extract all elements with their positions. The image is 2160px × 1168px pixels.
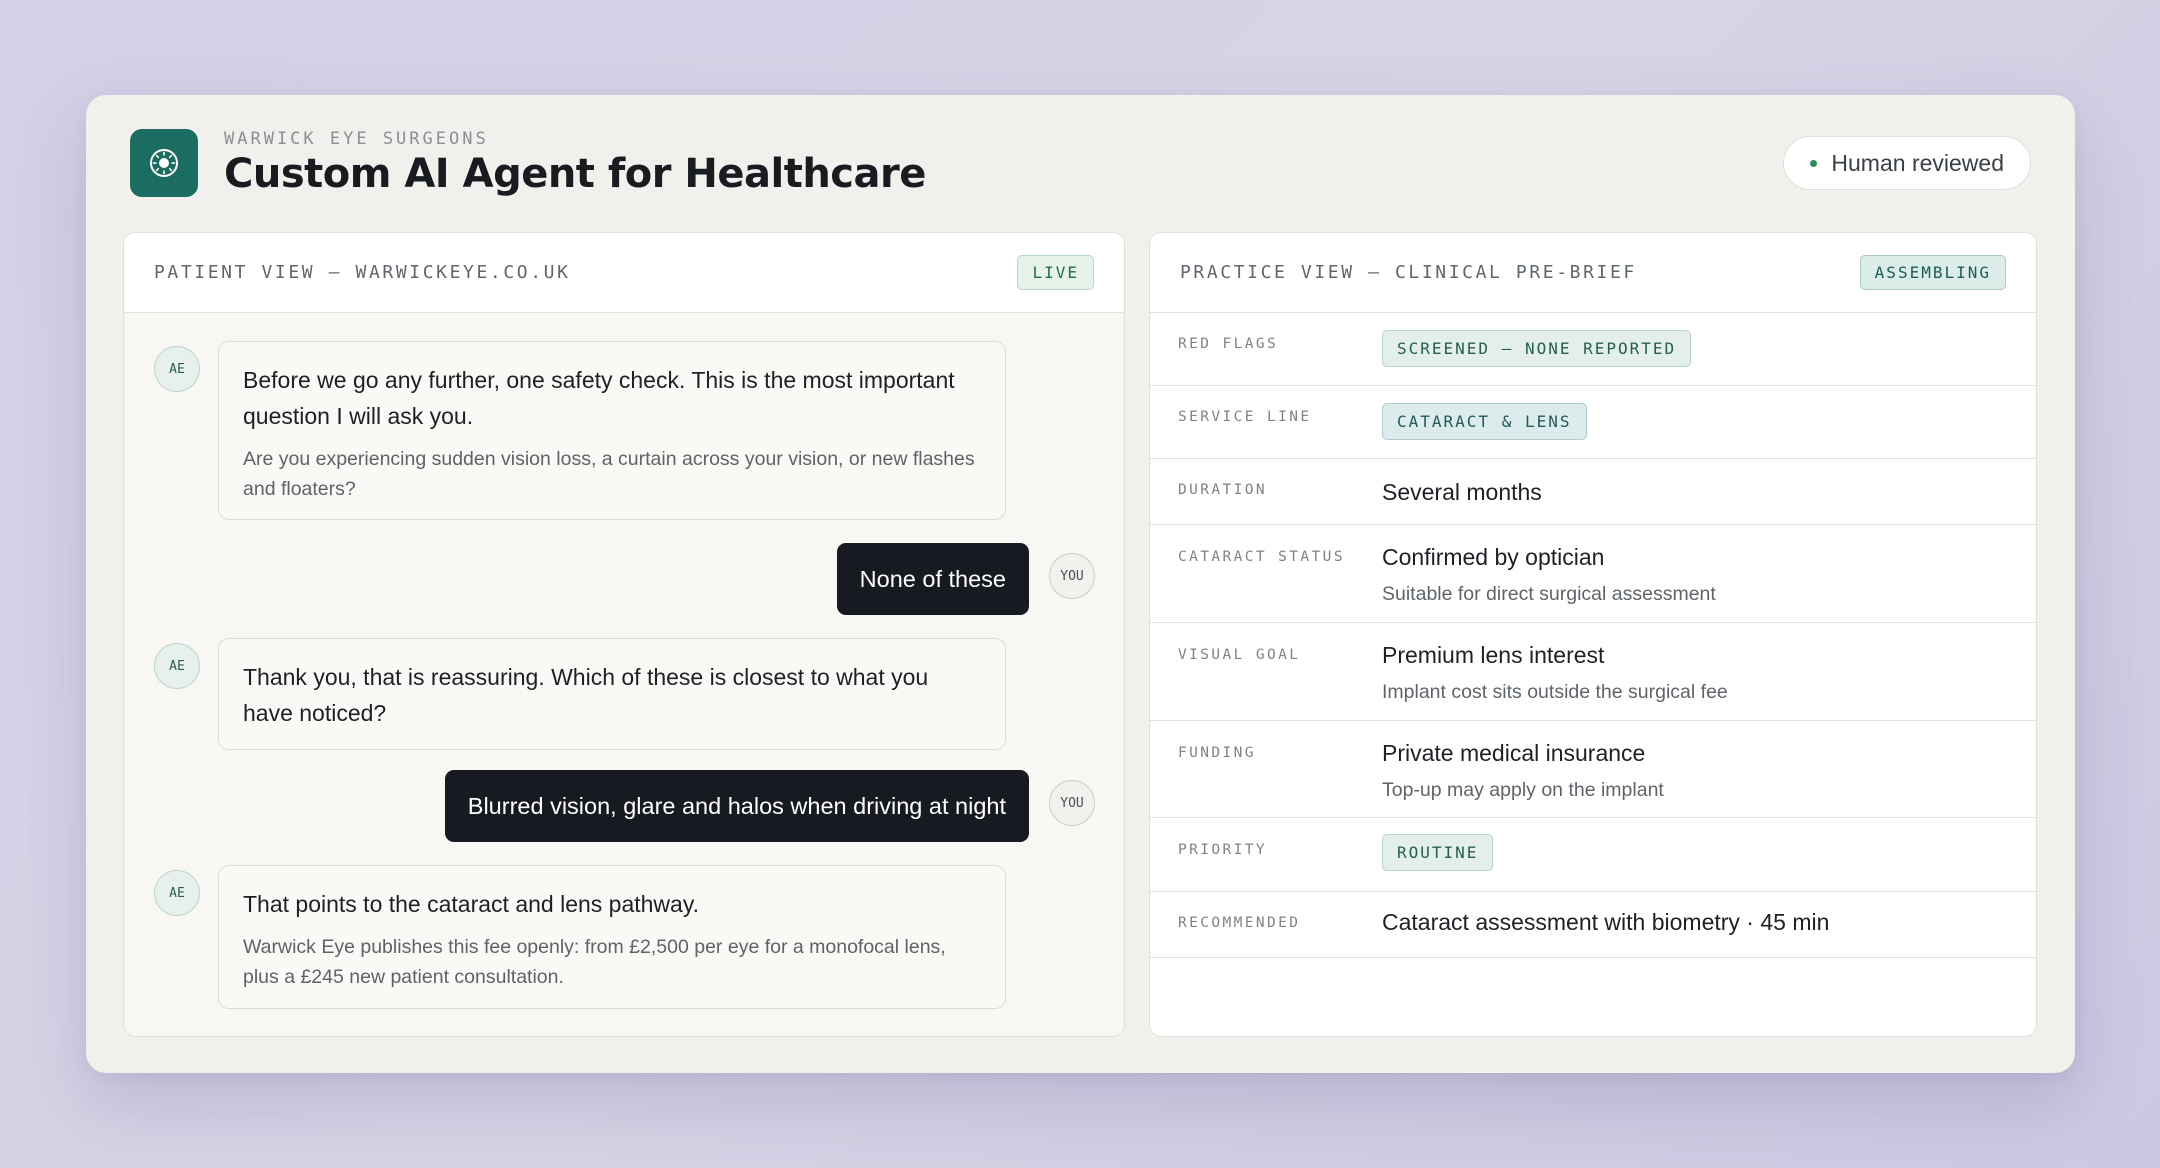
service-line-chip: CATARACT & LENS [1382, 403, 1587, 440]
assistant-message: Before we go any further, one safety che… [218, 341, 1006, 520]
user-message: None of these [836, 543, 1029, 615]
funding-subvalue: Top-up may apply on the implant [1382, 779, 1664, 801]
visual-goal-subvalue: Implant cost sits outside the surgical f… [1382, 681, 1728, 703]
priority-chip: ROUTINE [1382, 834, 1494, 871]
assistant-message-subtext: Are you experiencing sudden vision loss,… [243, 448, 975, 500]
recommended-value: Cataract assessment with biometry · 45 m… [1382, 909, 1830, 935]
user-avatar: YOU [1049, 780, 1095, 826]
practice-view-header: PRACTICE VIEW — CLINICAL PRE-BRIEF ASSEM… [1150, 233, 2036, 313]
practice-name: WARWICK EYE SURGEONS [224, 129, 489, 149]
brief-row-label: DURATION [1178, 482, 1268, 498]
brief-row-priority: PRIORITY ROUTINE [1150, 818, 2036, 892]
brief-row-label: CATARACT STATUS [1178, 549, 1345, 565]
user-avatar: YOU [1049, 553, 1095, 599]
assistant-avatar: AE [154, 870, 200, 916]
brief-row-red-flags: RED FLAGS SCREENED — NONE REPORTED [1150, 313, 2036, 386]
practice-view-title: PRACTICE VIEW — CLINICAL PRE-BRIEF [1180, 262, 1637, 283]
brief-row-label: SERVICE LINE [1178, 409, 1312, 425]
cataract-status-value: Confirmed by optician [1382, 544, 1605, 570]
brief-row-label: RED FLAGS [1178, 336, 1279, 352]
live-badge: LIVE [1017, 255, 1094, 290]
app-card: WARWICK EYE SURGEONS Custom AI Agent for… [86, 95, 2075, 1073]
patient-view-panel: PATIENT VIEW — WARWICKEYE.CO.UK LIVE AE … [123, 232, 1125, 1037]
human-reviewed-label: Human reviewed [1831, 149, 2004, 176]
assistant-avatar: AE [154, 346, 200, 392]
status-dot-icon [1810, 159, 1818, 167]
brief-row-cataract-status: CATARACT STATUS Confirmed by optician Su… [1150, 525, 2036, 623]
brief-row-funding: FUNDING Private medical insurance Top-up… [1150, 721, 2036, 818]
patient-view-title: PATIENT VIEW — WARWICKEYE.CO.UK [154, 262, 571, 283]
patient-view-header: PATIENT VIEW — WARWICKEYE.CO.UK LIVE [124, 233, 1124, 313]
human-reviewed-badge: Human reviewed [1783, 136, 2031, 190]
assistant-message-subtext: Warwick Eye publishes this fee openly: f… [243, 936, 946, 988]
brief-row-label: VISUAL GOAL [1178, 647, 1301, 663]
page-title: Custom AI Agent for Healthcare [224, 151, 926, 197]
visual-goal-value: Premium lens interest [1382, 642, 1605, 668]
assistant-message: Thank you, that is reassuring. Which of … [218, 638, 1006, 750]
assistant-message: That points to the cataract and lens pat… [218, 865, 1006, 1009]
duration-value: Several months [1382, 479, 1542, 505]
assembling-badge: ASSEMBLING [1859, 255, 2006, 290]
brief-row-label: RECOMMENDED [1178, 915, 1301, 931]
cataract-status-subvalue: Suitable for direct surgical assessment [1382, 583, 1716, 605]
red-flags-chip: SCREENED — NONE REPORTED [1382, 330, 1692, 367]
brief-row-visual-goal: VISUAL GOAL Premium lens interest Implan… [1150, 623, 2036, 721]
brief-row-service-line: SERVICE LINE CATARACT & LENS [1150, 386, 2036, 459]
funding-value: Private medical insurance [1382, 740, 1646, 766]
assistant-message-text: Thank you, that is reassuring. Which of … [243, 664, 929, 726]
brief-row-recommended: RECOMMENDED Cataract assessment with bio… [1150, 892, 2036, 958]
eye-aperture-icon [130, 129, 198, 197]
assistant-message-text: That points to the cataract and lens pat… [243, 891, 700, 917]
brief-row-label: PRIORITY [1178, 842, 1268, 858]
practice-view-panel: PRACTICE VIEW — CLINICAL PRE-BRIEF ASSEM… [1149, 232, 2037, 1037]
brief-row-label: FUNDING [1178, 745, 1256, 761]
user-message: Blurred vision, glare and halos when dri… [444, 770, 1029, 842]
assistant-avatar: AE [154, 643, 200, 689]
assistant-message-text: Before we go any further, one safety che… [243, 367, 955, 429]
brief-row-duration: DURATION Several months [1150, 459, 2036, 525]
